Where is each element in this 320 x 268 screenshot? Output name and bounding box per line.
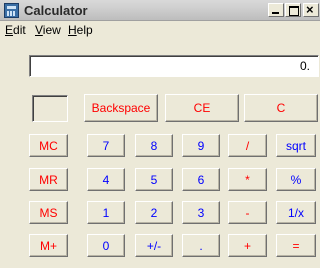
ce-button[interactable]: CE (165, 94, 239, 122)
digit-4-button[interactable]: 4 (87, 168, 125, 191)
minimize-button[interactable] (268, 3, 284, 17)
mc-button[interactable]: MC (29, 134, 68, 157)
menu-view-rest: iew (42, 23, 61, 37)
calculator-window: Calculator × Edit View Help 0. Backspace… (0, 0, 320, 268)
menu-edit-mnemonic: E (5, 23, 14, 37)
percent-button[interactable]: % (276, 168, 316, 191)
digit-8-button[interactable]: 8 (135, 134, 173, 157)
digit-2-button[interactable]: 2 (135, 201, 173, 224)
result-display[interactable]: 0. (29, 55, 319, 77)
window-title: Calculator (24, 3, 88, 18)
multiply-button[interactable]: * (228, 168, 267, 191)
ms-button[interactable]: MS (29, 201, 68, 224)
divide-button[interactable]: / (228, 134, 267, 157)
display-value: 0. (299, 59, 310, 73)
menu-help[interactable]: Help (68, 23, 93, 37)
digit-7-button[interactable]: 7 (87, 134, 125, 157)
digit-3-button[interactable]: 3 (182, 201, 220, 224)
calculator-app-icon (4, 3, 19, 18)
digit-0-button[interactable]: 0 (87, 234, 125, 257)
close-button[interactable]: × (303, 2, 319, 17)
menu-help-rest: elp (76, 23, 93, 37)
digit-5-button[interactable]: 5 (135, 168, 173, 191)
equals-button[interactable]: = (276, 234, 316, 257)
menu-edit-rest: dit (13, 23, 26, 37)
digit-9-button[interactable]: 9 (182, 134, 220, 157)
menu-view[interactable]: View (35, 23, 61, 37)
menu-edit[interactable]: Edit (5, 23, 26, 37)
maximize-button[interactable] (285, 3, 301, 17)
memory-indicator (32, 95, 68, 122)
title-bar[interactable]: Calculator × (0, 0, 320, 21)
sign-toggle-button[interactable]: +/- (135, 234, 173, 257)
c-button[interactable]: C (244, 94, 318, 122)
close-icon: × (306, 2, 314, 17)
subtract-button[interactable]: - (228, 201, 267, 224)
backspace-button[interactable]: Backspace (84, 94, 158, 122)
menu-help-mnemonic: H (68, 23, 77, 37)
add-button[interactable]: + (228, 234, 267, 257)
digit-1-button[interactable]: 1 (87, 201, 125, 224)
menu-view-mnemonic: V (35, 23, 43, 37)
mplus-button[interactable]: M+ (29, 234, 68, 257)
mr-button[interactable]: MR (29, 168, 68, 191)
decimal-button[interactable]: . (182, 234, 220, 257)
sqrt-button[interactable]: sqrt (276, 134, 316, 157)
digit-6-button[interactable]: 6 (182, 168, 220, 191)
menu-bar: Edit View Help (0, 21, 320, 40)
reciprocal-button[interactable]: 1/x (276, 201, 316, 224)
